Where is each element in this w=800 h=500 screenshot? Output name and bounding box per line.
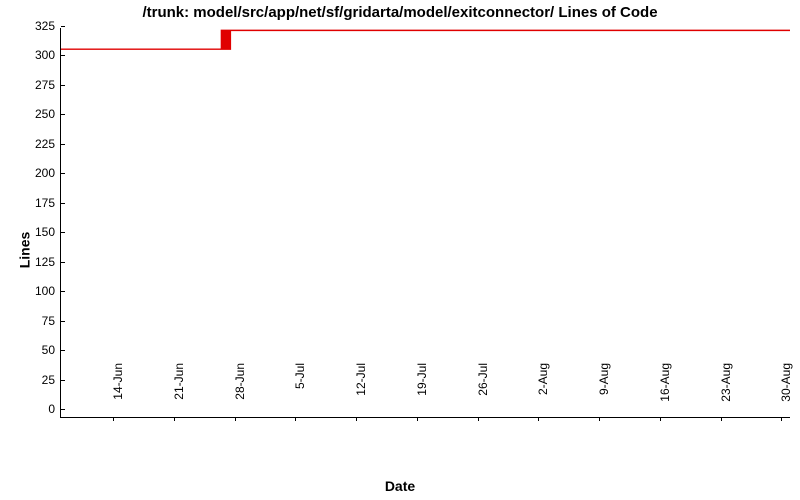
- ytick: 25: [15, 373, 61, 387]
- x-axis-label: Date: [0, 478, 800, 494]
- ytick: 200: [15, 166, 61, 180]
- plot-area: 0 25 50 75 100 125 150 175 200 225 250 2…: [60, 28, 790, 418]
- series-line: [61, 28, 790, 417]
- ytick: 75: [15, 314, 61, 328]
- ytick: 175: [15, 196, 61, 210]
- ytick: 50: [15, 343, 61, 357]
- ytick: 300: [15, 48, 61, 62]
- ytick: 325: [15, 19, 61, 33]
- ytick: 250: [15, 107, 61, 121]
- chart-title: /trunk: model/src/app/net/sf/gridarta/mo…: [0, 4, 800, 21]
- ytick: 100: [15, 284, 61, 298]
- loc-chart: /trunk: model/src/app/net/sf/gridarta/mo…: [0, 0, 800, 500]
- ytick: 0: [15, 402, 61, 416]
- ytick: 125: [15, 255, 61, 269]
- ytick: 275: [15, 78, 61, 92]
- ytick: 225: [15, 137, 61, 151]
- ytick: 150: [15, 225, 61, 239]
